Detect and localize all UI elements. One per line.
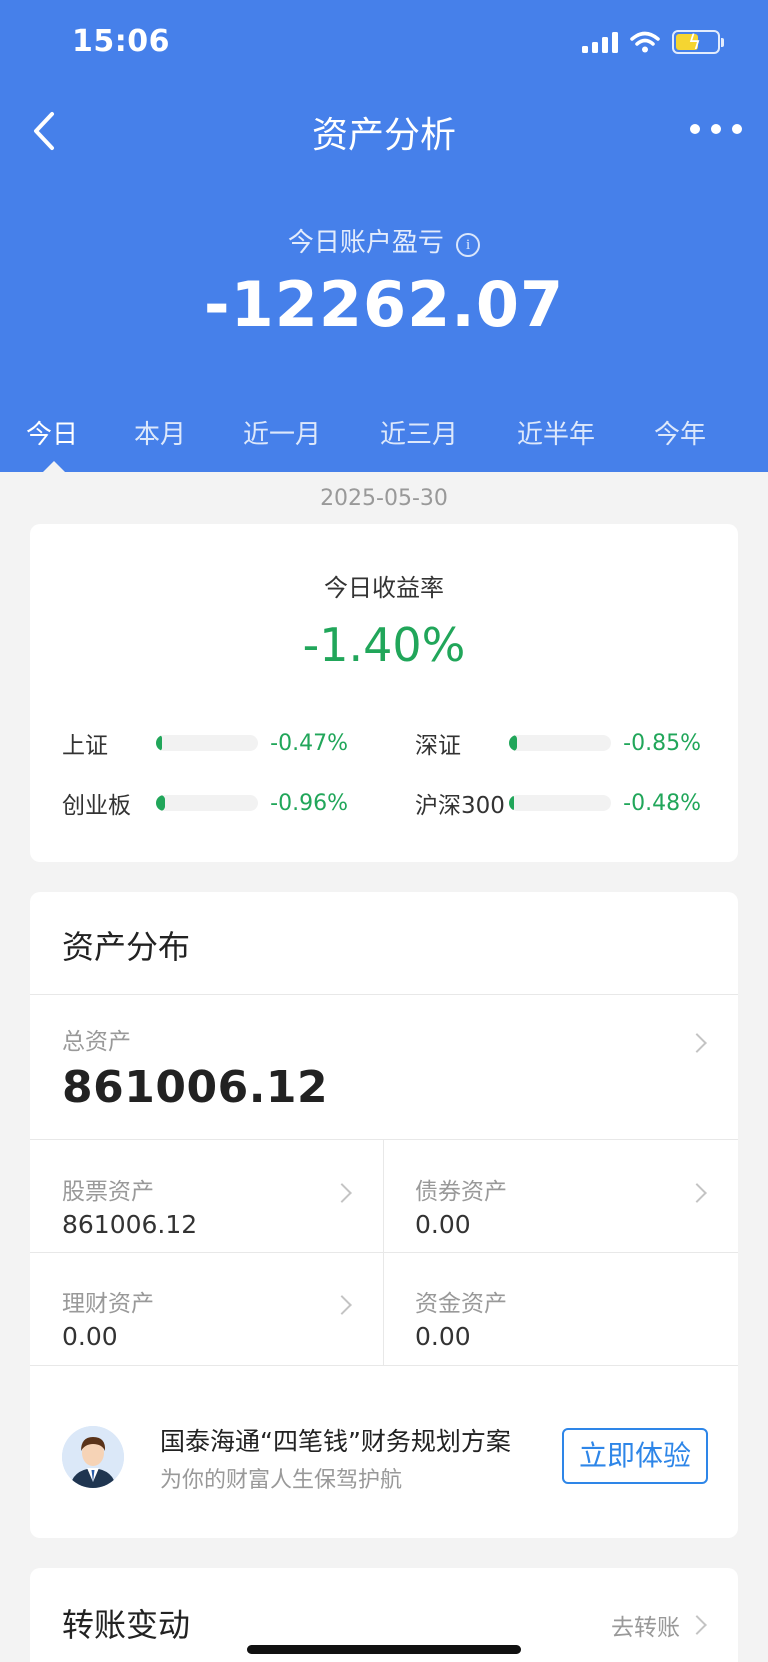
index-name: 上证 [62,733,108,759]
yield-card: 今日收益率 -1.40% 上证 -0.47% 深证 -0.85% 创业板 -0.… [30,524,738,862]
stock-assets-label: 股票资产 [62,1179,154,1205]
yield-value: -1.40% [302,618,466,672]
tab-this-year[interactable]: 今年 [654,414,706,451]
total-assets-label: 总资产 [62,1029,131,1055]
try-now-button[interactable]: 立即体验 [562,1428,708,1484]
yield-label: 今日收益率 [324,574,444,602]
pnl-label: 今日账户盈亏 [287,228,444,258]
pnl-value: -12262.07 [203,268,565,341]
index-row-chinext: 创业板 -0.96% [62,788,348,820]
date-label: 2025-05-30 [320,486,448,511]
tab-this-month[interactable]: 本月 [134,414,186,451]
info-icon[interactable]: i [456,233,481,257]
index-name: 创业板 [62,793,131,819]
index-value: -0.47% [270,730,348,756]
active-tab-indicator [42,461,66,473]
index-name: 深证 [415,733,461,759]
index-name: 沪深300 [415,793,505,819]
tab-today[interactable]: 今日 [26,414,78,451]
home-indicator [247,1645,521,1654]
header: 15:06 ϟ 资产分析 今日账户盈亏 i -12262.07 今日 本月 近一… [0,0,768,472]
asset-distribution-card: 资产分布 总资产 861006.12 股票资产 861006.12 债券资产 0… [30,892,738,1538]
tab-last-half-year[interactable]: 近半年 [517,414,595,451]
page-title: 资产分析 [311,115,456,156]
index-value: -0.85% [623,730,701,756]
wealth-assets-value: 0.00 [62,1322,118,1351]
transfer-title: 转账变动 [62,1606,191,1644]
tab-last-month[interactable]: 近一月 [243,414,321,451]
assets-title: 资产分布 [62,928,191,966]
divider [30,1365,738,1366]
index-value: -0.48% [623,790,701,816]
index-bar [509,735,611,751]
pnl-label-row: 今日账户盈亏 i [0,222,768,259]
wifi-icon [630,31,660,53]
index-row-shanghai: 上证 -0.47% [62,728,348,760]
go-transfer-link[interactable]: 去转账 [611,1608,680,1642]
signal-icon [582,31,618,53]
tab-last-three-months[interactable]: 近三月 [380,414,458,451]
cash-assets-label: 资金资产 [415,1291,507,1317]
index-bar [509,795,611,811]
index-value: -0.96% [270,790,348,816]
index-bar [156,735,258,751]
period-tabs: 今日 本月 近一月 近三月 近半年 今年 [0,414,768,472]
battery-icon: ϟ [672,30,724,54]
more-icon[interactable] [690,114,742,144]
stock-assets-value: 861006.12 [62,1210,198,1239]
promo-subtitle: 为你的财富人生保驾护航 [160,1468,403,1493]
index-bar [156,795,258,811]
total-assets-value: 861006.12 [62,1062,329,1113]
bond-assets-label: 债券资产 [415,1179,507,1205]
advisor-avatar [62,1426,124,1488]
status-time: 15:06 [72,24,170,59]
chevron-right-icon [687,1615,707,1635]
wealth-assets-label: 理财资产 [62,1291,154,1317]
status-icons: ϟ [582,30,724,54]
nav-bar: 资产分析 [0,96,768,166]
status-bar: 15:06 ϟ [0,0,768,90]
index-row-csi300: 沪深300 -0.48% [415,788,701,820]
index-row-shenzhen: 深证 -0.85% [415,728,701,760]
cash-assets-value: 0.00 [415,1322,471,1351]
promo-title: 国泰海通“四笔钱”财务规划方案 [160,1427,511,1456]
bond-assets-value: 0.00 [415,1210,471,1239]
